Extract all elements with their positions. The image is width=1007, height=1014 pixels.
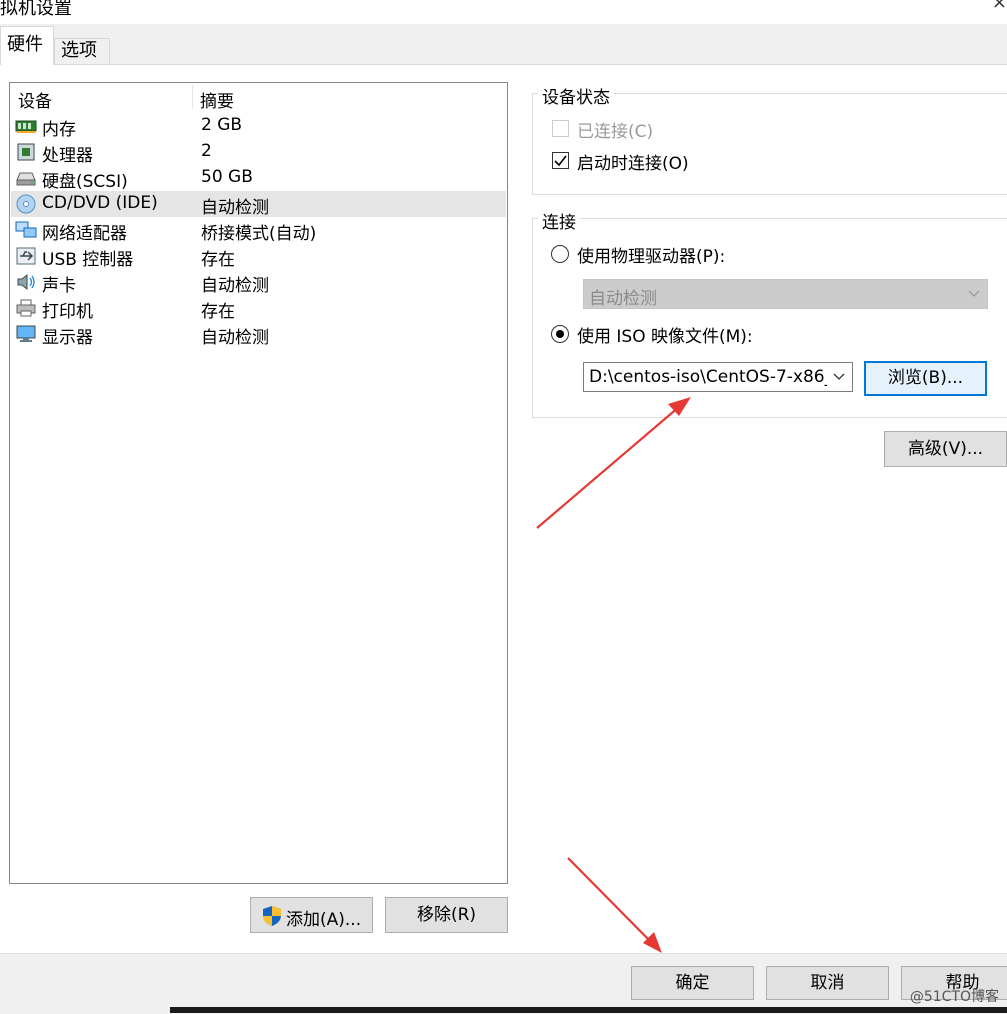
annotation-arrows	[536, 397, 691, 953]
annotation-arrow-iso	[536, 397, 691, 529]
annotation-arrow-ok	[567, 857, 662, 953]
